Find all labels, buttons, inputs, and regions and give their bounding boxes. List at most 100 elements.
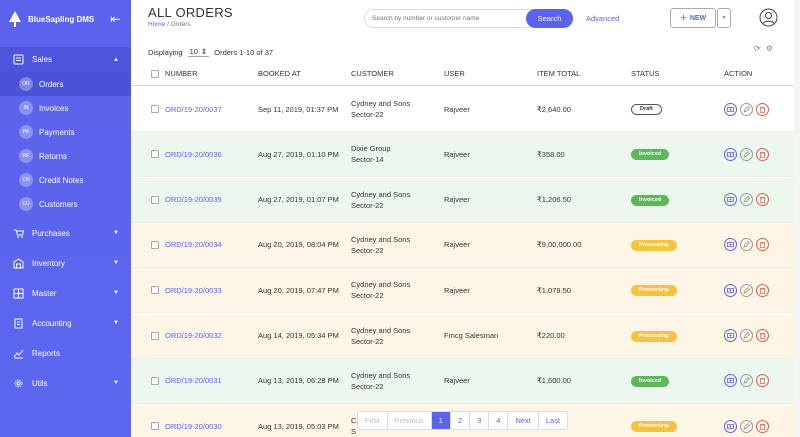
view-icon[interactable]: [724, 374, 737, 388]
column-header-item-total[interactable]: ITEM TOTAL: [537, 69, 580, 78]
scrollbar[interactable]: [794, 0, 800, 437]
edit-icon[interactable]: [740, 283, 753, 297]
delete-icon[interactable]: [756, 419, 769, 433]
page-previous[interactable]: Previous: [388, 412, 432, 429]
sidebar-item-inventory[interactable]: Inventory ▼: [0, 248, 131, 278]
sidebar-item-master[interactable]: Master ▼: [0, 278, 131, 308]
gear-icon[interactable]: ⚙: [766, 44, 773, 53]
table-row[interactable]: ORD/19-20/0032 Aug 14, 2019, 05:34 PM Cydn…: [131, 313, 800, 359]
delete-icon[interactable]: [756, 283, 769, 297]
sidebar-item-purchases[interactable]: Purchases ▼: [0, 218, 131, 248]
advanced-search-link[interactable]: Advanced: [586, 14, 619, 23]
user-account-icon[interactable]: [759, 8, 778, 27]
delete-icon[interactable]: [756, 238, 769, 252]
view-icon[interactable]: [724, 283, 737, 297]
edit-icon[interactable]: [740, 147, 753, 161]
customer: Cydney and Sons Sector-22: [351, 98, 410, 120]
new-button[interactable]: ＋ NEW: [670, 8, 716, 28]
row-checkbox[interactable]: [151, 105, 159, 113]
customer: Dixie Group Sector-14: [351, 143, 391, 165]
order-number-link[interactable]: ORD/19-20/0037: [165, 105, 222, 114]
delete-icon[interactable]: [756, 147, 769, 161]
per-page-select[interactable]: 10 ⇕: [187, 47, 210, 57]
booked-at: Aug 20, 2019, 08:04 PM: [258, 240, 339, 250]
row-checkbox[interactable]: [151, 376, 159, 385]
new-dropdown-button[interactable]: ▼: [717, 8, 731, 28]
menu-toggle-icon[interactable]: ⇤: [110, 12, 120, 26]
edit-icon[interactable]: [740, 329, 753, 342]
row-actions: [724, 147, 769, 161]
delete-icon[interactable]: [756, 193, 769, 207]
column-header-booked-at[interactable]: BOOKED AT: [258, 69, 301, 78]
column-header-status[interactable]: STATUS: [631, 69, 659, 78]
order-number-link[interactable]: ORD/19-20/0032: [165, 331, 222, 340]
customer-area: S: [351, 427, 357, 437]
order-number-link[interactable]: ORD/19-20/0035: [165, 195, 222, 204]
column-header-user[interactable]: USER: [444, 69, 465, 78]
sidebar-item-label: Customers: [39, 199, 78, 209]
per-page-value: 10: [189, 47, 198, 56]
view-icon[interactable]: [724, 238, 737, 252]
row-checkbox[interactable]: [151, 422, 159, 431]
sidebar-item-reports[interactable]: Reports: [0, 338, 131, 368]
sidebar-item-returns[interactable]: RE Returns: [0, 144, 131, 168]
search-bar: Search: [364, 9, 573, 28]
view-icon[interactable]: [724, 193, 737, 207]
booked-at: Aug 13, 2019, 06:28 PM: [258, 376, 339, 386]
row-checkbox[interactable]: [151, 150, 159, 159]
page-3[interactable]: 3: [470, 412, 490, 429]
chevron-down-icon: ▼: [113, 320, 119, 326]
customer: Cydney and Sons Sector-22: [351, 325, 410, 347]
sidebar-item-orders[interactable]: OR Orders: [0, 72, 131, 96]
page-2[interactable]: 2: [451, 412, 471, 429]
search-button[interactable]: Search: [526, 9, 573, 28]
sidebar-item-label: Sales: [32, 55, 53, 64]
order-number-link[interactable]: ORD/19-20/0036: [165, 150, 222, 159]
order-number-link[interactable]: ORD/19-20/0034: [165, 240, 222, 249]
edit-icon[interactable]: [740, 238, 753, 252]
column-header-customer[interactable]: CUSTOMER: [351, 68, 394, 79]
sidebar-item-invoices[interactable]: IN Invoices: [0, 96, 131, 120]
table-row[interactable]: ORD/19-20/0036 Aug 27, 2019, 01:10 PM Dixi…: [131, 132, 800, 178]
sidebar-item-accounting[interactable]: Accounting ▼: [0, 308, 131, 338]
search-input[interactable]: [365, 15, 526, 22]
row-checkbox[interactable]: [151, 286, 159, 295]
page-4[interactable]: 4: [489, 412, 509, 429]
page-1[interactable]: 1: [431, 412, 451, 429]
order-number-link[interactable]: ORD/19-20/0033: [165, 286, 222, 295]
page-first[interactable]: First: [358, 412, 388, 429]
view-icon[interactable]: [724, 329, 737, 342]
edit-icon[interactable]: [740, 419, 753, 433]
edit-icon[interactable]: [740, 193, 753, 207]
delete-icon[interactable]: [756, 329, 769, 342]
sidebar-item-payments[interactable]: PA Payments: [0, 120, 131, 144]
order-number-link[interactable]: ORD/19-20/0031: [165, 376, 222, 385]
sidebar-item-credit-notes[interactable]: CN Credit Notes: [0, 168, 131, 192]
row-checkbox[interactable]: [151, 331, 159, 340]
table-row[interactable]: ORD/19-20/0031 Aug 13, 2019, 06:28 PM Cydn…: [131, 358, 800, 404]
table-row[interactable]: ORD/19-20/0033 Aug 20, 2019, 07:47 PM Cydn…: [131, 268, 800, 314]
edit-icon[interactable]: [740, 374, 753, 388]
refresh-icon[interactable]: ⟳: [754, 44, 761, 53]
sidebar-item-utils[interactable]: Utils ▼: [0, 368, 131, 398]
row-checkbox[interactable]: [151, 240, 159, 249]
breadcrumb-home-link[interactable]: Home: [148, 21, 165, 28]
page-next[interactable]: Next: [508, 412, 539, 429]
column-header-number[interactable]: NUMBER: [165, 69, 198, 78]
page-last[interactable]: Last: [539, 412, 567, 429]
delete-icon[interactable]: [756, 102, 769, 116]
view-icon[interactable]: [724, 419, 737, 433]
sidebar-item-sales[interactable]: Sales ▲: [0, 47, 131, 72]
sidebar-item-customers[interactable]: CU Customers: [0, 192, 131, 216]
row-actions: [724, 419, 769, 433]
edit-icon[interactable]: [740, 102, 753, 116]
view-icon[interactable]: [724, 102, 737, 116]
view-icon[interactable]: [724, 147, 737, 161]
table-row[interactable]: ORD/19-20/0035 Aug 27, 2019, 01:07 PM Cydn…: [131, 177, 800, 223]
table-row[interactable]: ORD/19-20/0034 Aug 20, 2019, 08:04 PM Cydn…: [131, 222, 800, 268]
delete-icon[interactable]: [756, 374, 769, 388]
select-all-checkbox[interactable]: [151, 69, 159, 78]
row-checkbox[interactable]: [151, 195, 159, 204]
order-number-link[interactable]: ORD/19-20/0030: [165, 422, 222, 431]
table-row[interactable]: ORD/19-20/0037 Sep 11, 2019, 01:37 PM Cydn…: [131, 87, 800, 132]
